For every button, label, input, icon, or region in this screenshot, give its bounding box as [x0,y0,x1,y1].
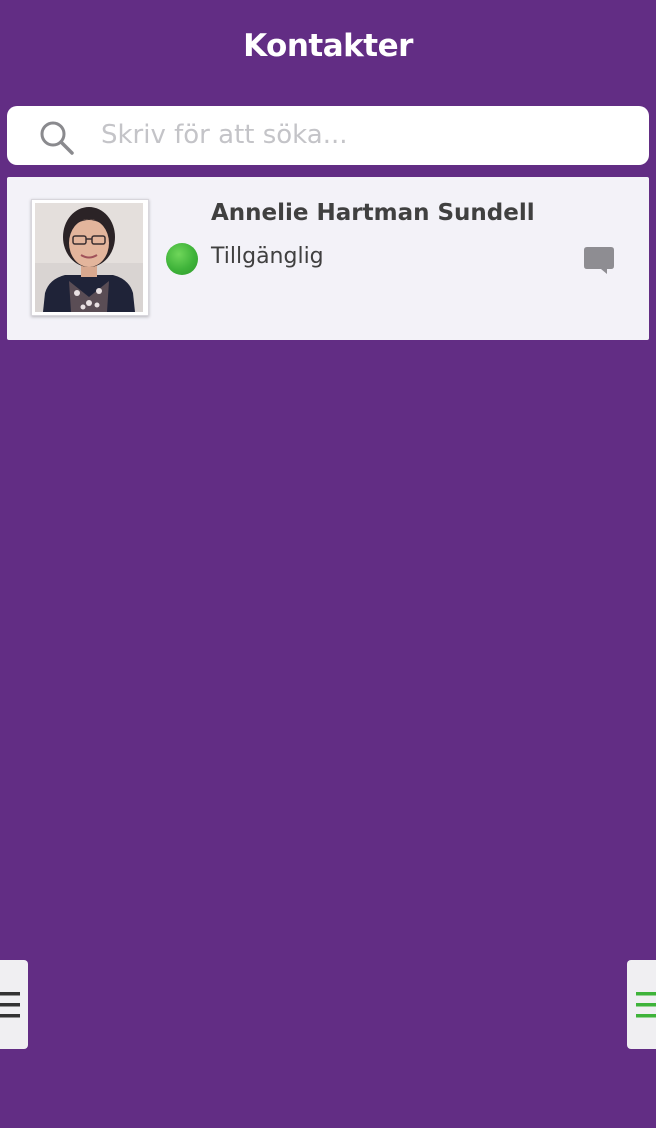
page-title: Kontakter [243,28,413,64]
search-icon [37,118,77,158]
search-bar[interactable] [7,106,649,165]
contact-status: Tillgänglig [211,244,324,269]
contact-name: Annelie Hartman Sundell [211,200,535,226]
avatar [31,199,149,316]
status-indicator-icon [166,243,198,275]
search-input[interactable] [101,114,631,156]
left-menu-tab[interactable] [0,960,28,1049]
chat-bubble-icon[interactable] [581,243,617,279]
right-menu-tab[interactable] [627,960,656,1049]
contact-list-item[interactable]: Annelie Hartman Sundell Tillgänglig [7,177,649,340]
